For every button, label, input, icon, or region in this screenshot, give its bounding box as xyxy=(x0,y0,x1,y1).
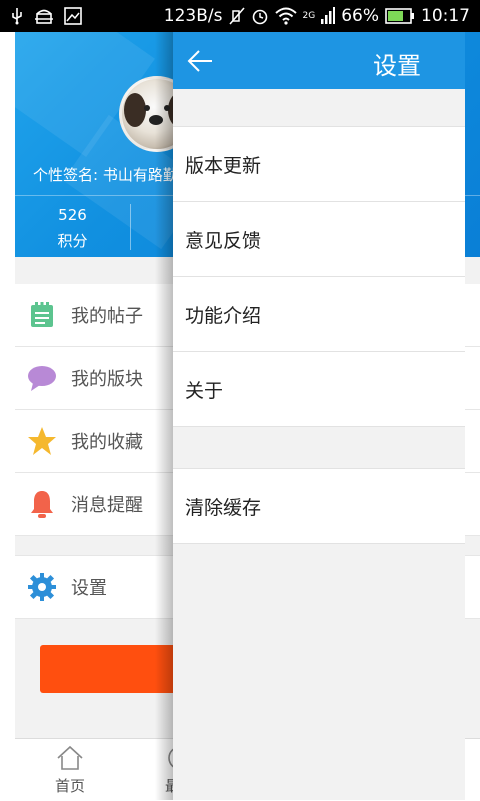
battery-percent: 66% xyxy=(341,6,379,26)
menu-item-label: 我的版块 xyxy=(71,369,143,390)
menu-item-label: 消息提醒 xyxy=(71,495,143,516)
menu-item-label: 我的收藏 xyxy=(71,432,143,453)
drawer-item-feedback[interactable]: 意见反馈 xyxy=(173,202,465,277)
back-arrow-icon xyxy=(187,50,212,72)
image-icon xyxy=(64,7,82,25)
usb-icon xyxy=(12,8,22,25)
battery-icon xyxy=(385,8,414,24)
drawer-item-label: 意见反馈 xyxy=(185,229,262,252)
drawer-section-main: 版本更新 意见反馈 功能介绍 关于 xyxy=(173,126,465,427)
gear-icon xyxy=(27,572,57,602)
menu-item-label: 设置 xyxy=(71,578,107,599)
home-icon xyxy=(57,745,83,770)
drawer-item-label: 功能介绍 xyxy=(185,304,262,327)
star-icon xyxy=(27,426,57,456)
wifi-icon xyxy=(274,7,297,25)
drawer-header: 设置 xyxy=(173,32,465,89)
stat-points[interactable]: 526 积分 xyxy=(15,196,130,257)
clock: 10:17 xyxy=(421,6,470,26)
drawer-section-cache: 清除缓存 xyxy=(173,468,465,544)
stat-points-label: 积分 xyxy=(57,232,88,250)
signal-type: 2G xyxy=(302,10,316,21)
nav-home-label: 首页 xyxy=(54,777,85,795)
bell-icon xyxy=(27,489,57,519)
chat-bubble-icon xyxy=(27,363,57,393)
stat-points-value: 526 xyxy=(58,206,87,224)
menu-item-label: 我的帖子 xyxy=(71,306,143,327)
network-speed: 123B/s xyxy=(163,6,223,26)
settings-drawer: 设置 版本更新 意见反馈 功能介绍 关于 清除缓存 xyxy=(173,32,465,800)
drawer-item-version-update[interactable]: 版本更新 xyxy=(173,127,465,202)
notepad-icon xyxy=(27,300,57,330)
drawer-item-about[interactable]: 关于 xyxy=(173,352,465,427)
back-button[interactable] xyxy=(183,44,217,78)
drawer-item-label: 清除缓存 xyxy=(185,496,262,519)
status-bar: 123B/s 2G 66% 10:17 xyxy=(0,0,480,32)
drawer-item-label: 关于 xyxy=(185,379,224,402)
alarm-icon xyxy=(252,9,267,25)
drawer-item-clear-cache[interactable]: 清除缓存 xyxy=(173,469,465,544)
signal-icon xyxy=(321,7,336,24)
drawer-shadow xyxy=(155,32,173,800)
mute-icon xyxy=(228,7,245,25)
drawer-item-label: 版本更新 xyxy=(185,154,262,177)
drawer-item-features[interactable]: 功能介绍 xyxy=(173,277,465,352)
drawer-title: 设置 xyxy=(373,52,421,80)
android-debug-icon xyxy=(35,9,53,24)
nav-home[interactable]: 首页 xyxy=(30,745,110,796)
